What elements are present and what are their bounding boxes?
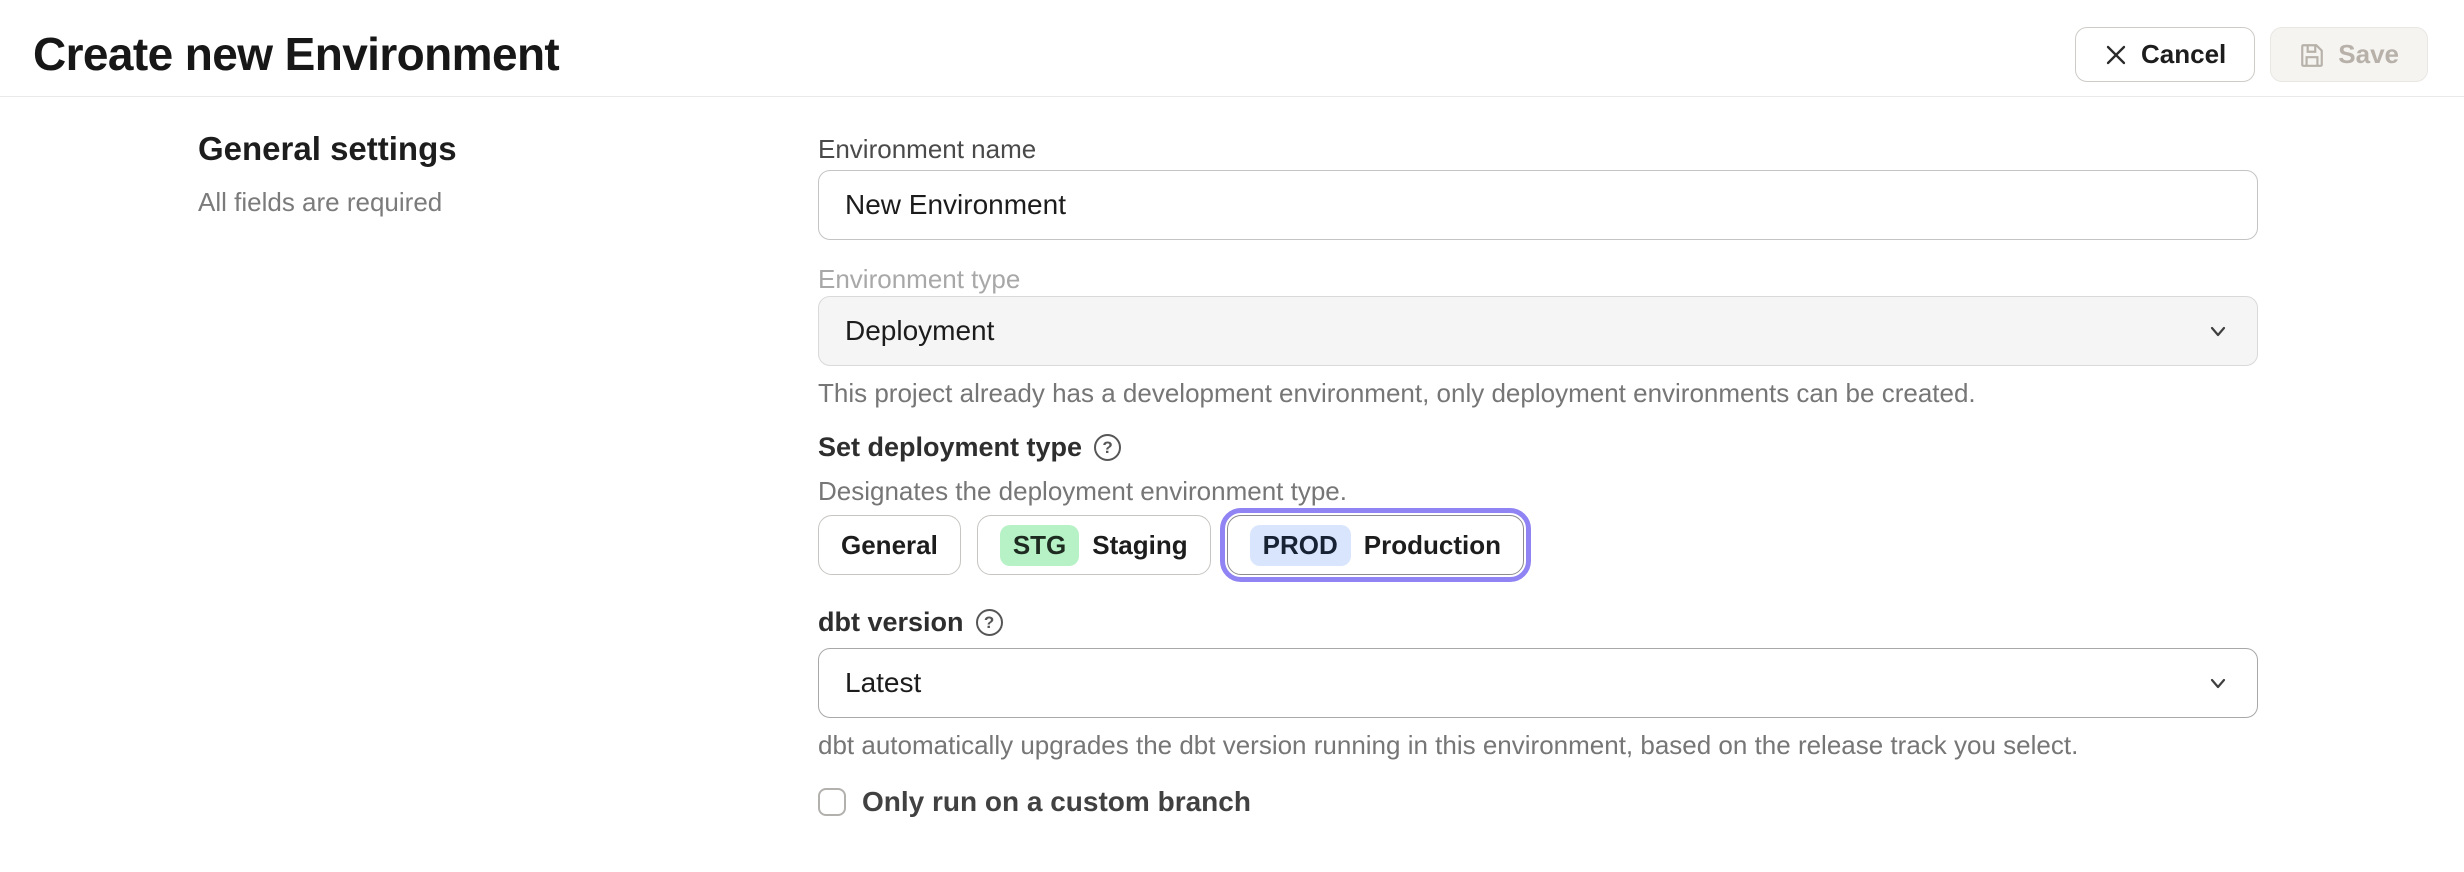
dbt-version-value: Latest [845, 667, 921, 699]
environment-name-input[interactable] [818, 170, 2258, 240]
deployment-option-general[interactable]: General [818, 515, 961, 575]
deployment-type-helper: Designates the deployment environment ty… [818, 476, 1347, 507]
environment-type-select[interactable]: Deployment [818, 296, 2258, 366]
help-icon[interactable]: ? [1094, 434, 1121, 461]
deployment-option-production[interactable]: PROD Production [1227, 515, 1524, 575]
cancel-button-label: Cancel [2141, 39, 2226, 70]
custom-branch-checkbox[interactable] [818, 788, 846, 816]
deployment-option-production-label: Production [1364, 530, 1501, 561]
custom-branch-row: Only run on a custom branch [818, 786, 1251, 818]
environment-name-label: Environment name [818, 134, 1036, 165]
header-divider [0, 96, 2464, 97]
deployment-option-staging[interactable]: STG Staging [977, 515, 1211, 575]
header-actions: Cancel Save [2075, 27, 2428, 82]
cancel-button[interactable]: Cancel [2075, 27, 2255, 82]
page-title: Create new Environment [33, 27, 559, 81]
section-subheading: All fields are required [198, 187, 442, 218]
chevron-down-icon [2205, 670, 2231, 696]
deployment-option-staging-label: Staging [1092, 530, 1187, 561]
production-badge: PROD [1250, 525, 1351, 566]
section-heading: General settings [198, 130, 457, 168]
deployment-type-options: General STG Staging PROD Production [818, 515, 1524, 575]
chevron-down-icon [2205, 318, 2231, 344]
deployment-option-general-label: General [841, 530, 938, 561]
dbt-version-select[interactable]: Latest [818, 648, 2258, 718]
dbt-version-helper: dbt automatically upgrades the dbt versi… [818, 730, 2078, 761]
save-button[interactable]: Save [2270, 27, 2428, 82]
floppy-disk-icon [2299, 42, 2325, 68]
deployment-type-heading-label: Set deployment type [818, 432, 1082, 463]
help-icon[interactable]: ? [976, 609, 1003, 636]
deployment-type-heading: Set deployment type ? [818, 432, 1121, 463]
close-icon [2104, 43, 2128, 67]
save-button-label: Save [2338, 39, 2399, 70]
environment-type-helper: This project already has a development e… [818, 378, 1976, 409]
custom-branch-label[interactable]: Only run on a custom branch [862, 786, 1251, 818]
dbt-version-heading: dbt version ? [818, 607, 1003, 638]
staging-badge: STG [1000, 525, 1079, 566]
environment-type-value: Deployment [845, 315, 994, 347]
environment-type-label: Environment type [818, 264, 1020, 295]
dbt-version-heading-label: dbt version [818, 607, 964, 638]
